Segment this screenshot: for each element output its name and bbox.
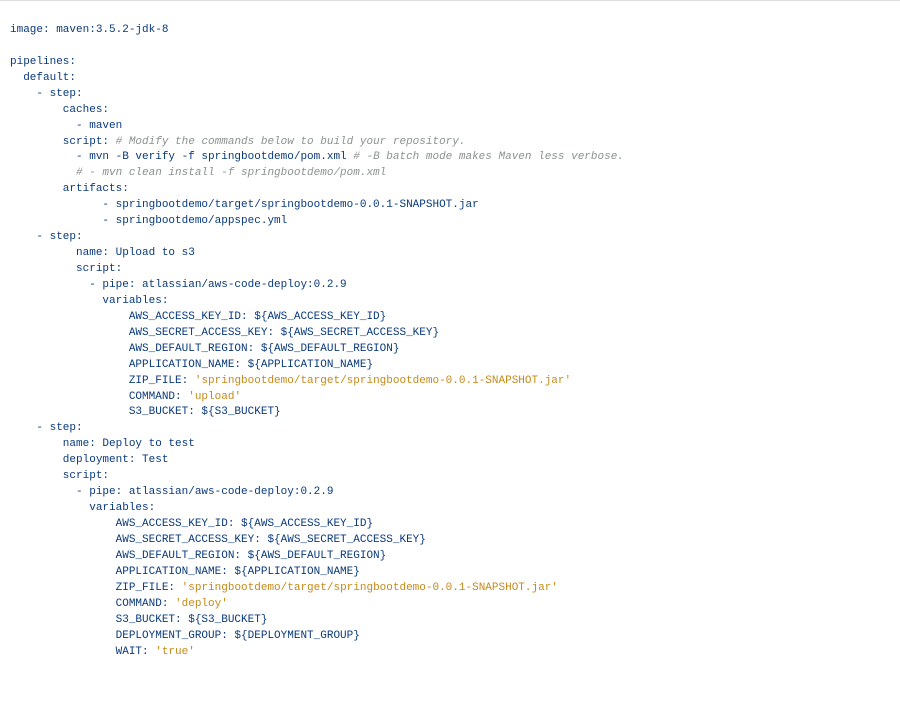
line-aws-secret-2: AWS_SECRET_ACCESS_KEY: ${AWS_SECRET_ACCE… xyxy=(10,534,426,546)
line-s3bucket-1: S3_BUCKET: ${S3_BUCKET} xyxy=(10,406,281,418)
line-cache-maven: - maven xyxy=(10,120,122,132)
line-script-key: script: xyxy=(10,136,116,148)
string-wait-true: 'true' xyxy=(155,646,195,658)
line-s3bucket-2: S3_BUCKET: ${S3_BUCKET} xyxy=(10,614,267,626)
line-artifacts: artifacts: xyxy=(10,183,129,195)
line-pipe-deploy: - pipe: atlassian/aws-code-deploy:0.2.9 xyxy=(10,486,333,498)
string-zipfile-2: 'springbootdemo/target/springbootdemo-0.… xyxy=(182,582,558,594)
line-name-upload: name: Upload to s3 xyxy=(10,247,195,259)
line-step-1: - step: xyxy=(10,88,83,100)
line-aws-access-key-2: AWS_ACCESS_KEY_ID: ${AWS_ACCESS_KEY_ID} xyxy=(10,518,373,530)
line-zipfile-key-2: ZIP_FILE: xyxy=(10,582,182,594)
line-caches: caches: xyxy=(10,104,109,116)
line-variables-2: variables: xyxy=(10,502,155,514)
line-pipe-upload: - pipe: atlassian/aws-code-deploy:0.2.9 xyxy=(10,279,347,291)
line-app-name-1: APPLICATION_NAME: ${APPLICATION_NAME} xyxy=(10,359,373,371)
comment-mvn-clean: # - mvn clean install -f springbootdemo/… xyxy=(10,167,386,179)
line-artifact-jar: - springbootdemo/target/springbootdemo-0… xyxy=(10,199,479,211)
line-variables-1: variables: xyxy=(10,295,168,307)
line-zipfile-key-1: ZIP_FILE: xyxy=(10,375,195,387)
line-wait-key: WAIT: xyxy=(10,646,155,658)
comment-batch-mode: # -B batch mode makes Maven less verbose… xyxy=(353,151,624,163)
line-script-3: script: xyxy=(10,470,109,482)
line-image: image: maven:3.5.2-jdk-8 xyxy=(10,24,168,36)
line-aws-access-key-1: AWS_ACCESS_KEY_ID: ${AWS_ACCESS_KEY_ID} xyxy=(10,311,386,323)
string-zipfile-1: 'springbootdemo/target/springbootdemo-0.… xyxy=(195,375,571,387)
line-script-2: script: xyxy=(10,263,122,275)
comment-modify: # Modify the commands below to build you… xyxy=(116,136,466,148)
line-mvn-verify: - mvn -B verify -f springbootdemo/pom.xm… xyxy=(10,151,353,163)
line-command-key-2: COMMAND: xyxy=(10,598,175,610)
string-command-deploy: 'deploy' xyxy=(175,598,228,610)
line-default: default: xyxy=(10,72,76,84)
line-aws-region-1: AWS_DEFAULT_REGION: ${AWS_DEFAULT_REGION… xyxy=(10,343,399,355)
line-aws-secret-1: AWS_SECRET_ACCESS_KEY: ${AWS_SECRET_ACCE… xyxy=(10,327,439,339)
yaml-code-block: image: maven:3.5.2-jdk-8 pipelines: defa… xyxy=(10,23,890,661)
line-aws-region-2: AWS_DEFAULT_REGION: ${AWS_DEFAULT_REGION… xyxy=(10,550,386,562)
string-command-upload: 'upload' xyxy=(188,391,241,403)
line-name-deploy: name: Deploy to test xyxy=(10,438,195,450)
line-deployment-test: deployment: Test xyxy=(10,454,168,466)
line-step-3: - step: xyxy=(10,422,83,434)
line-pipelines: pipelines: xyxy=(10,56,76,68)
line-app-name-2: APPLICATION_NAME: ${APPLICATION_NAME} xyxy=(10,566,360,578)
line-step-2: - step: xyxy=(10,231,83,243)
line-deployment-group: DEPLOYMENT_GROUP: ${DEPLOYMENT_GROUP} xyxy=(10,630,360,642)
line-command-key-1: COMMAND: xyxy=(10,391,188,403)
line-artifact-appspec: - springbootdemo/appspec.yml xyxy=(10,215,287,227)
